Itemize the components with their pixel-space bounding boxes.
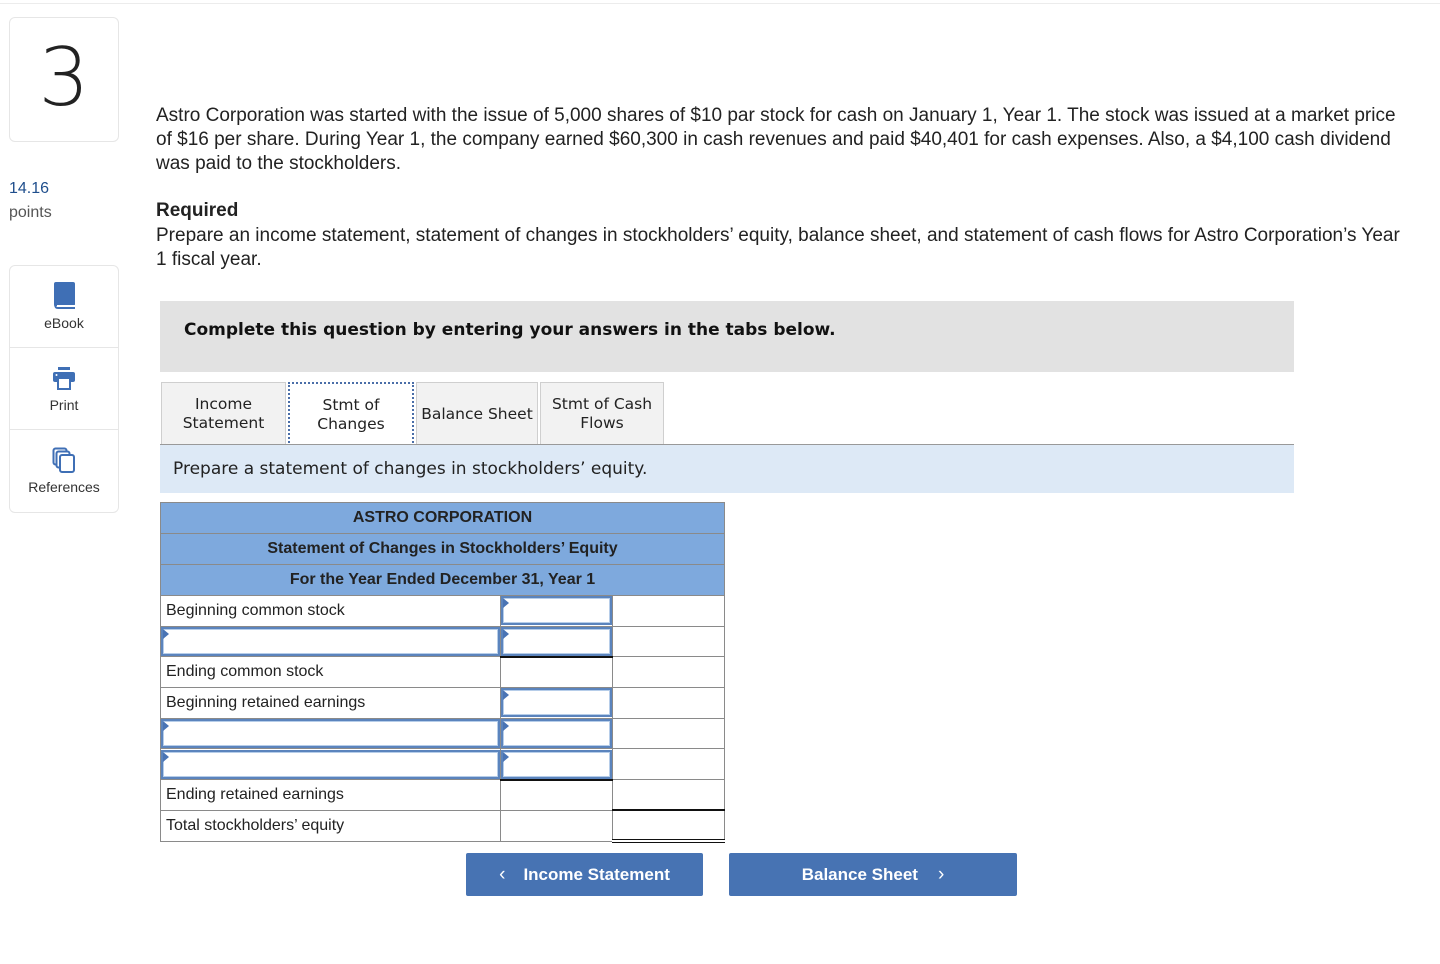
table-row: [159, 625, 725, 658]
question-number-box: 3: [9, 17, 119, 142]
instruction-banner: Complete this question by entering your …: [160, 301, 1294, 372]
tab-instruction-text: Prepare a statement of changes in stockh…: [173, 459, 648, 479]
next-tab-label: Balance Sheet: [801, 864, 918, 884]
label-input[interactable]: [161, 719, 501, 749]
total-cell: [612, 779, 725, 811]
question-number: 3: [38, 30, 90, 124]
total-cell: [612, 809, 725, 843]
tab-balance-sheet[interactable]: Balance Sheet: [416, 382, 538, 445]
tab-stmt-of-cash-flows[interactable]: Stmt of Cash Flows: [540, 382, 664, 445]
table-row: [159, 748, 725, 781]
tools-panel: eBook Print References: [9, 265, 119, 513]
book-icon: [51, 282, 77, 310]
print-button[interactable]: Print: [10, 348, 118, 430]
tab-label: Statement: [182, 414, 265, 432]
prev-tab-button[interactable]: ‹ Income Statement: [466, 853, 703, 896]
amount-input[interactable]: [501, 626, 613, 656]
company-name: ASTRO CORPORATION: [160, 502, 725, 534]
row-label: Beginning common stock: [159, 595, 502, 627]
statement-title: Statement of Changes in Stockholders’ Eq…: [160, 533, 725, 565]
tab-label: Stmt of: [322, 396, 380, 414]
tab-label: Income: [194, 395, 253, 413]
tab-income-statement[interactable]: Income Statement: [161, 382, 286, 445]
references-label: References: [28, 479, 100, 495]
total-cell: [612, 687, 725, 719]
statement-period: For the Year Ended December 31, Year 1: [160, 564, 725, 596]
total-cell: [612, 717, 725, 750]
instruction-text: Complete this question by entering your …: [184, 320, 836, 340]
tab-label: Stmt of Cash: [551, 395, 653, 413]
top-divider: [0, 3, 1440, 4]
tab-stmt-of-changes[interactable]: Stmt of Changes: [288, 382, 414, 446]
print-label: Print: [49, 397, 79, 413]
chevron-right-icon: ›: [937, 863, 945, 885]
total-cell: [612, 656, 725, 689]
total-cell: [612, 625, 725, 658]
total-cell: [612, 595, 725, 627]
documents-icon: [51, 446, 77, 474]
references-button[interactable]: References: [10, 430, 118, 512]
amount-cell: [500, 809, 614, 842]
required-heading: Required: [156, 200, 239, 221]
tab-instruction: Prepare a statement of changes in stockh…: [160, 445, 1294, 493]
amount-input[interactable]: [501, 749, 613, 779]
points-value: 14.16: [9, 180, 50, 197]
statement-table: ASTRO CORPORATION Statement of Changes i…: [159, 502, 725, 843]
points-label: points: [9, 204, 52, 221]
tab-label: Flows: [580, 414, 624, 432]
table-row: Ending common stock: [159, 655, 725, 689]
amount-cell: [500, 655, 614, 689]
printer-icon: [51, 364, 77, 392]
row-label: Ending retained earnings: [159, 779, 502, 811]
ebook-label: eBook: [44, 315, 84, 331]
table-row: Beginning retained earnings: [159, 687, 725, 719]
row-label: Beginning retained earnings: [159, 687, 502, 719]
total-cell: [612, 748, 725, 781]
amount-input[interactable]: [501, 719, 613, 749]
label-input[interactable]: [161, 749, 501, 779]
question-prompt: Astro Corporation was started with the i…: [156, 105, 1396, 174]
label-input[interactable]: [161, 627, 501, 657]
prev-tab-label: Income Statement: [523, 864, 670, 884]
ebook-button[interactable]: eBook: [10, 266, 118, 348]
tab-label: Changes: [317, 415, 385, 433]
row-label: Total stockholders’ equity: [159, 809, 502, 842]
row-label: Ending common stock: [159, 656, 502, 689]
table-row: Total stockholders’ equity: [159, 809, 725, 843]
amount-cell: [500, 778, 614, 811]
amount-input[interactable]: [501, 688, 613, 718]
table-row: Beginning common stock: [159, 595, 725, 627]
table-row: [159, 717, 725, 750]
next-tab-button[interactable]: Balance Sheet ›: [729, 853, 1017, 896]
amount-input[interactable]: [501, 596, 613, 626]
tab-bar: Income Statement Stmt of Changes Balance S…: [161, 382, 666, 446]
required-text: Prepare an income statement, statement o…: [156, 225, 1400, 270]
chevron-left-icon: ‹: [499, 863, 506, 885]
table-row: Ending retained earnings: [159, 778, 725, 811]
tab-label: Balance Sheet: [421, 404, 533, 423]
